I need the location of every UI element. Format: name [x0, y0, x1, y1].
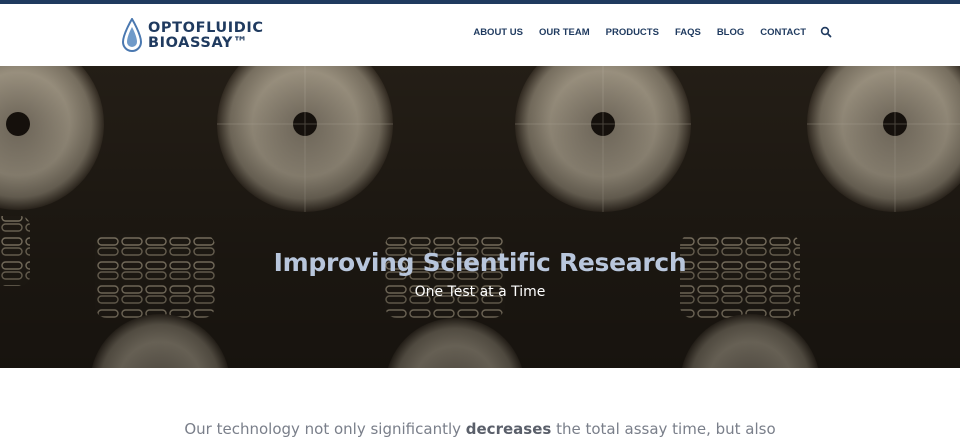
logo-wordmark: OPTOFLUIDIC BIOASSAY™ — [148, 21, 264, 51]
search-icon[interactable] — [820, 26, 832, 38]
nav-contact[interactable]: CONTACT — [760, 27, 806, 38]
intro-emphasis: decreases — [465, 420, 552, 438]
nav-blog[interactable]: BLOG — [717, 27, 744, 38]
nav-about-us[interactable]: ABOUT US — [473, 27, 523, 38]
logo-line-1: OPTOFLUIDIC — [148, 20, 264, 36]
hero-banner: Improving Scientific Research One Test a… — [0, 66, 960, 368]
site-logo[interactable]: OPTOFLUIDIC BIOASSAY™ — [122, 16, 264, 56]
intro-text: Our technology not only significantly de… — [0, 420, 960, 438]
main-nav: ABOUT US OUR TEAM PRODUCTS FAQS BLOG CON… — [473, 26, 832, 38]
hero-background-image — [0, 66, 960, 368]
nav-our-team[interactable]: OUR TEAM — [539, 27, 590, 38]
droplet-icon — [122, 18, 142, 52]
intro-text-start: Our technology not only significantly — [184, 420, 466, 438]
nav-products[interactable]: PRODUCTS — [606, 27, 659, 38]
intro-text-end: the total assay time, but also — [551, 420, 776, 438]
logo-line-2: BIOASSAY™ — [148, 35, 249, 51]
hero-subtitle: One Test at a Time — [414, 284, 546, 300]
nav-faqs[interactable]: FAQS — [675, 27, 701, 38]
hero-title: Improving Scientific Research — [273, 248, 687, 277]
site-header: OPTOFLUIDIC BIOASSAY™ ABOUT US OUR TEAM … — [0, 4, 960, 66]
